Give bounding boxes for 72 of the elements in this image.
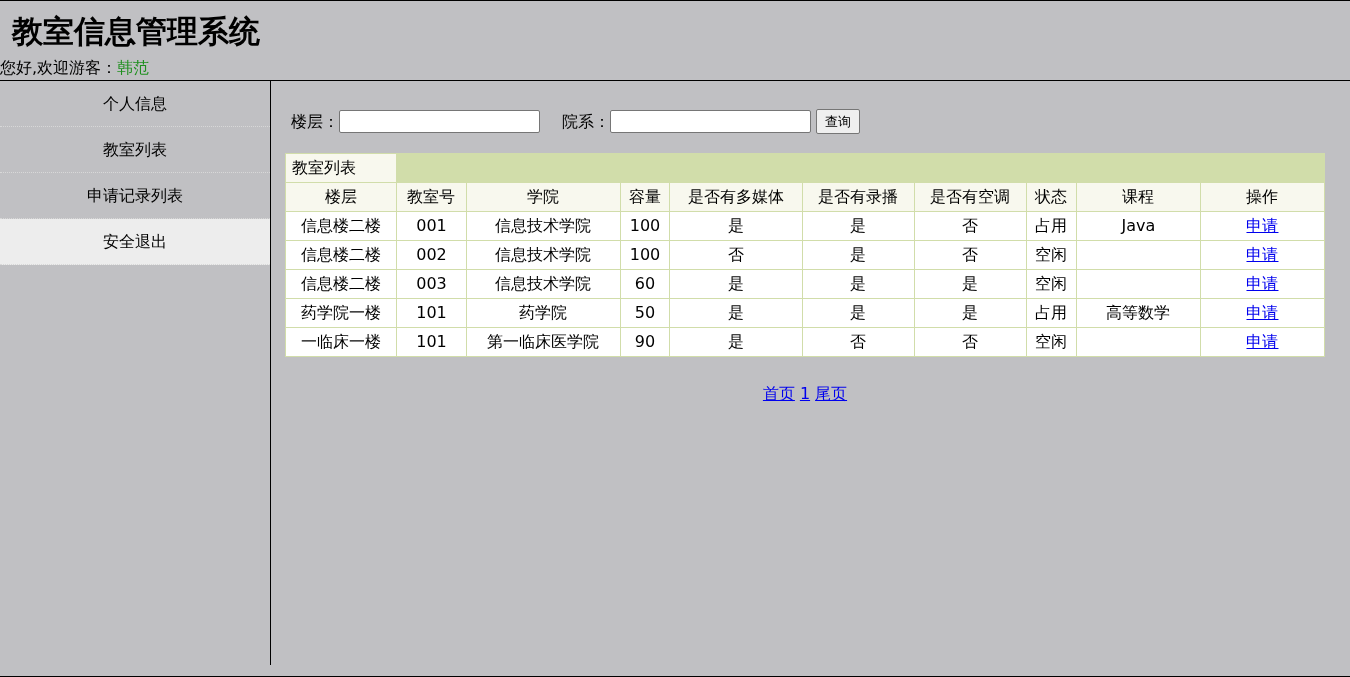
sidebar-item[interactable]: 个人信息 (0, 81, 270, 127)
table-cell: 信息楼二楼 (301, 245, 381, 264)
table-cell: 101 (416, 332, 447, 351)
field-label: 楼层： (291, 110, 339, 133)
table-cell: 高等数学 (1106, 303, 1171, 322)
table-cell: 是 (728, 332, 744, 351)
column-header: 是否有空调 (914, 182, 1027, 212)
column-header: 楼层 (285, 182, 397, 212)
column-header: 操作 (1200, 182, 1325, 212)
app-title: 教室信息管理系统 (10, 12, 260, 51)
table-cell: 信息技术学院 (495, 216, 592, 235)
column-header: 状态 (1026, 182, 1077, 212)
table-cell: 是 (850, 303, 867, 322)
apply-link[interactable]: 申请 (1246, 332, 1279, 351)
table-cell: 空闲 (1035, 332, 1068, 351)
table-cell: 占用 (1035, 303, 1068, 322)
table-cell: 信息技术学院 (495, 274, 592, 293)
column-header: 是否有多媒体 (669, 182, 803, 212)
table-cell: 101 (416, 303, 447, 322)
table-cell: 占用 (1035, 216, 1068, 235)
apply-link[interactable]: 申请 (1246, 216, 1279, 235)
table-cell: 否 (962, 332, 979, 351)
table-cell: 信息楼二楼 (301, 216, 381, 235)
column-header: 是否有录播 (802, 182, 915, 212)
apply-link[interactable]: 申请 (1246, 274, 1279, 293)
table-cell: 空闲 (1035, 274, 1068, 293)
table-cell: 信息楼二楼 (301, 274, 381, 293)
greeting-text: 您好,欢迎游客： (0, 57, 118, 79)
table-cell: 001 (416, 216, 447, 235)
pagination-link[interactable]: 1 (799, 382, 811, 406)
table-cell: 003 (416, 274, 447, 293)
apply-link[interactable]: 申请 (1246, 303, 1279, 322)
table-cell: 否 (728, 245, 744, 264)
table-cell: 信息技术学院 (495, 245, 592, 264)
column-header: 容量 (620, 182, 670, 212)
username-text: 韩范 (117, 57, 150, 79)
table-cell: 否 (850, 332, 867, 351)
sidebar-item[interactable]: 安全退出 (0, 219, 270, 265)
table-cell: Java (1121, 216, 1156, 235)
pagination-link[interactable]: 首页 (762, 382, 795, 406)
table-cell: 是 (850, 216, 867, 235)
table-cell: 药学院 (519, 303, 568, 322)
table-cell: 100 (629, 216, 661, 235)
table-cell: 60 (634, 274, 656, 293)
table-cell: 否 (962, 216, 979, 235)
table-cell: 是 (728, 274, 744, 293)
table-cell: 否 (962, 245, 979, 264)
table-cell: 是 (850, 274, 867, 293)
column-header: 学院 (466, 182, 621, 212)
table-cell: 90 (634, 332, 656, 351)
pagination-link[interactable]: 尾页 (815, 382, 848, 406)
table-cell: 药学院一楼 (301, 303, 381, 322)
sidebar-item[interactable]: 教室列表 (0, 127, 270, 173)
field-label: 院系： (562, 110, 610, 133)
table-cell: 是 (728, 216, 744, 235)
table-cell: 是 (962, 274, 979, 293)
table-cell: 是 (850, 245, 867, 264)
search-field[interactable] (339, 110, 540, 133)
column-header: 教室号 (396, 182, 467, 212)
table-cell: 100 (629, 245, 661, 264)
table-caption: 教室列表 (285, 153, 397, 183)
table-cell: 50 (634, 303, 656, 322)
apply-link[interactable]: 申请 (1246, 245, 1279, 264)
table-cell: 第一临床医学院 (487, 332, 600, 351)
search-button[interactable]: 查询 (816, 109, 860, 134)
search-field[interactable] (610, 110, 811, 133)
table-cell: 是 (728, 303, 744, 322)
table-cell: 002 (416, 245, 447, 264)
column-header: 课程 (1076, 182, 1201, 212)
table-cell: 是 (962, 303, 979, 322)
table-cell: 一临床一楼 (301, 332, 381, 351)
table-cell: 空闲 (1035, 245, 1068, 264)
